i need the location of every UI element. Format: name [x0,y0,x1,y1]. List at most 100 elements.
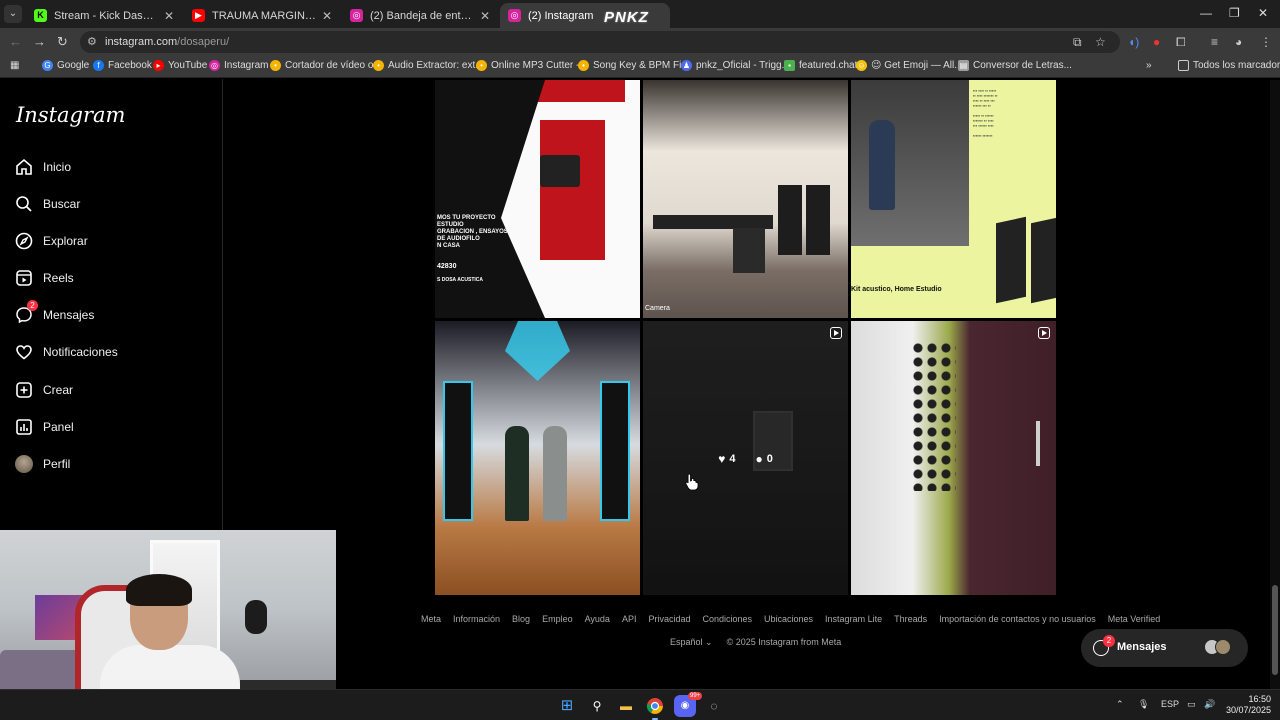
extension-audio-icon[interactable]: ◖) [1128,35,1139,49]
footer-link[interactable]: Threads [894,614,927,624]
nav-mensajes[interactable]: 2 Mensajes [15,300,94,324]
footer-link[interactable]: Blog [512,614,530,624]
bookmarks-bar: ▦ G Google f Facebook ▸ YouTube ◎ Instagram … [0,56,1280,78]
nav-reels[interactable]: Reels [15,269,74,287]
image-detail [778,185,802,255]
tab-instagram-inbox[interactable]: ◎ (2) Bandeja de entrada • Chats ✕ [342,3,498,28]
close-icon[interactable]: ✕ [480,9,490,23]
install-app-icon[interactable]: ⧉ [1073,35,1082,50]
nav-perfil[interactable]: Perfil [15,455,70,473]
nav-buscar[interactable]: Buscar [15,195,80,213]
instagram-icon: ◎ [350,9,363,22]
page-scrollbar[interactable] [1270,80,1280,690]
post-tile-studio-door[interactable] [851,321,1056,595]
webcam-detail [245,600,267,634]
nav-explorar[interactable]: Explorar [15,232,88,250]
media-controls-icon[interactable]: ≡ [1211,35,1218,49]
messages-label: Mensajes [1117,641,1167,653]
profile-avatar-icon[interactable]: ◕ [1235,35,1242,49]
footer-link[interactable]: Información [453,614,500,624]
nav-label: Panel [43,420,74,434]
bookmark-instagram[interactable]: ◎ Instagram [209,60,268,71]
close-icon[interactable]: ✕ [322,9,332,23]
restore-icon[interactable]: ❐ [1229,6,1240,20]
apps-grid-icon[interactable]: ▦ [10,60,19,71]
bookmark-audio-extractor[interactable]: • Audio Extractor: ext... [373,60,484,71]
image-detail [869,120,895,210]
footer-link[interactable]: API [622,614,637,624]
forward-icon[interactable]: → [33,34,46,49]
tab-youtube[interactable]: ▶ TRAUMA MARGINAL - PNKZ 🏠 ✕ [184,3,340,28]
footer-link[interactable]: Importación de contactos y no usuarios [939,614,1096,624]
messages-drawer-button[interactable]: 2 Mensajes [1081,629,1248,667]
bookmark-video-cutter[interactable]: • Cortador de vídeo o... [270,60,382,71]
bookmark-google[interactable]: G Google [42,60,89,71]
close-window-icon[interactable]: ✕ [1258,6,1268,20]
nav-inicio[interactable]: Inicio [15,158,71,176]
tab-label: Stream - Kick Dashboard [54,9,158,22]
search-icon[interactable]: ⚲ [586,695,608,717]
post-tile-led-studio[interactable] [435,321,640,595]
footer-link[interactable]: Instagram Lite [825,614,882,624]
post-text: GRABACION , ENSAYOS [437,229,508,235]
file-explorer-icon[interactable]: ▬ [615,695,637,717]
footer-link[interactable]: Meta [421,614,441,624]
more-bookmarks-icon[interactable]: » [1146,60,1152,71]
tray-chevron-icon[interactable]: ⌃ [1116,699,1124,710]
tab-kick-dashboard[interactable]: K Stream - Kick Dashboard ✕ [26,3,182,28]
youtube-icon: ▸ [153,60,164,71]
back-icon[interactable]: ← [9,34,22,49]
site-info-icon[interactable]: ⚙ [87,35,97,48]
notification-badge: 2 [1103,635,1115,647]
chrome-icon[interactable] [644,695,666,720]
instagram-logo[interactable]: Instagram [16,103,125,127]
footer-link[interactable]: Empleo [542,614,573,624]
post-tile-empty-room[interactable]: ♥ 4 ● 0 [643,321,848,595]
system-clock[interactable]: 16:50 30/07/2025 [1226,694,1271,716]
nav-panel[interactable]: Panel [15,418,74,436]
obs-icon[interactable]: ◌ [703,695,725,717]
post-text: ESTUDIO [437,222,464,228]
address-bar[interactable]: ⚙ instagram.com/dosaperu/ ⧉ ☆ [80,31,1120,53]
bookmark-star-icon[interactable]: ☆ [1095,35,1106,49]
volume-icon[interactable]: 🔊 [1204,699,1215,710]
nav-crear[interactable]: Crear [15,381,73,399]
footer-link[interactable]: Ayuda [585,614,610,624]
bookmark-song-key[interactable]: • Song Key & BPM Fi... [578,60,690,71]
language-selector[interactable]: Español ⌄ [670,637,713,648]
extensions-icon[interactable]: ⧠ [1176,35,1186,50]
post-tile-home-studio-kit[interactable]: ▪▪▪ ▪▪▪▪ ▪▪ ▪▪▪▪▪ ▪▪ ▪▪▪▪ ▪▪▪▪▪▪▪ ▪▪ ▪▪▪▪ … [851,80,1056,318]
tab-search-button[interactable]: ⌄ [4,5,22,23]
input-language[interactable]: ESP [1161,699,1179,709]
bookmark-featured-chat[interactable]: ▪ featured.chat [784,60,857,71]
post-tile-acoustic-studio[interactable]: MOS TU PROYECTO ESTUDIO GRABACION , ENSA… [435,80,640,318]
bookmark-pnkz-oficial[interactable]: ♟ pnkz_Oficial - Trigg... [681,60,790,71]
copyright-text: © 2025 Instagram from Meta [726,637,842,647]
footer-link[interactable]: Ubicaciones [764,614,813,624]
bookmark-letter-converter[interactable]: ▤ Conversor de Letras... [958,60,1072,71]
extension-record-icon[interactable]: ● [1153,35,1160,49]
reload-icon[interactable]: ↻ [57,34,68,50]
footer-link[interactable]: Meta Verified [1108,614,1161,624]
windows-start-icon[interactable]: ⊞ [556,695,578,717]
close-icon[interactable]: ✕ [164,9,174,23]
footer-link[interactable]: Privacidad [648,614,690,624]
scrollbar-thumb[interactable] [1272,585,1278,675]
bookmark-facebook[interactable]: f Facebook [93,60,152,71]
minimize-icon[interactable]: — [1200,6,1212,20]
microphone-icon[interactable]: 🎙 [1138,699,1149,710]
all-bookmarks[interactable]: Todos los marcadores [1178,60,1280,71]
bookmark-get-emoji[interactable]: ☺ 😉 Get Emoji — All... [856,60,963,71]
messenger-icon: 2 [15,300,38,324]
bookmark-mp3-cutter[interactable]: • Online MP3 Cutter -... [476,60,588,71]
footer-link[interactable]: Condiciones [702,614,752,624]
post-tile-studio-desk[interactable]: Camera [643,80,848,318]
browser-menu-icon[interactable]: ⋮ [1260,35,1272,49]
nav-notificaciones[interactable]: Notificaciones [15,343,118,361]
discord-icon[interactable]: ◉ 99+ [674,692,703,717]
network-icon[interactable]: ▭ [1187,699,1196,710]
heart-icon: ♥ [718,452,726,466]
tool-icon: • [373,60,384,71]
bookmark-youtube[interactable]: ▸ YouTube [153,60,207,71]
recent-avatars [1204,639,1234,657]
